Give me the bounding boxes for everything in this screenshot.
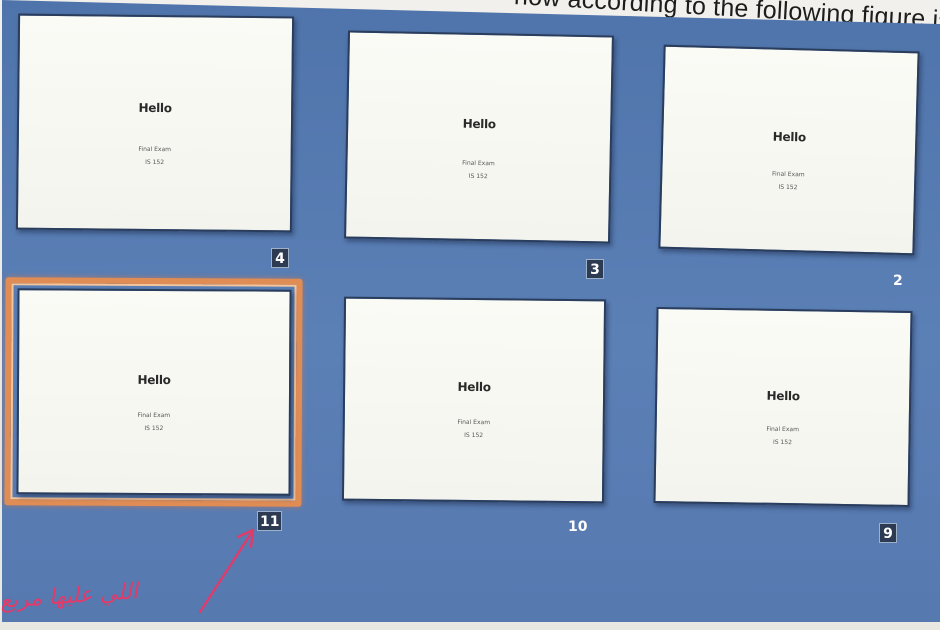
slide-title: Hello [457,379,491,395]
slide-number-9: 9 [879,523,897,543]
slide-thumbnail-10[interactable]: Hello Final Exam IS 152 [341,296,607,504]
slide-subtitle-line2: IS 152 [145,158,165,167]
slide-title: Hello [137,372,171,388]
slide-thumbnail-4[interactable]: Hello Final Exam IS 152 [15,13,295,233]
slide-title: Hello [462,116,496,132]
slide-title: Hello [138,100,172,116]
slide-title: Hello [766,388,800,404]
slide-thumbnail-3[interactable]: Hello Final Exam IS 152 [344,30,614,244]
slide-number-4: 4 [271,248,289,268]
slide-subtitle-line2: IS 152 [772,438,792,447]
slide-number-11: 11 [257,511,283,531]
slide-subtitle-line2: IS 152 [464,431,484,440]
slide-title: Hello [772,129,807,145]
slide-number-10: 10 [568,519,588,535]
slide-number-2: 2 [893,273,903,289]
photo-of-screen: how according to the following figure is… [0,0,940,630]
slide-subtitle-line2: IS 152 [144,424,164,433]
slide-thumbnail-2[interactable]: Hello Final Exam IS 152 [658,44,920,256]
slide-thumbnail-9[interactable]: Hello Final Exam IS 152 [653,307,913,507]
slide-thumbnail-11[interactable]: Hello Final Exam IS 152 [16,288,292,496]
slide-number-3: 3 [586,259,604,279]
